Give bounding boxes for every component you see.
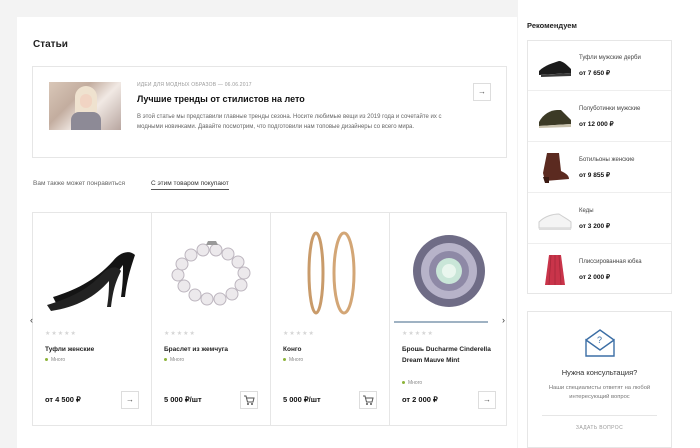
sneakers-icon	[538, 213, 572, 230]
recommendation-item[interactable]: Плиссированная юбка от 2 000 ₽	[528, 245, 671, 295]
tab-bought-together[interactable]: С этим товаром покупают	[151, 180, 229, 190]
svg-text:?: ?	[597, 335, 602, 345]
stock-label: Много	[170, 357, 185, 363]
recommendation-item[interactable]: Полуботинки мужские от 12 000 ₽	[528, 92, 671, 142]
rating-stars: ★★★★★	[283, 331, 315, 337]
article-meta-separator: —	[217, 82, 224, 88]
product-carousel: ★★★★★ Туфли женские Много от 4 500 ₽ → ★…	[32, 212, 507, 426]
product-card[interactable]: ★★★★★ Конго Много 5 000 ₽/шт	[271, 213, 390, 425]
heels-icon	[47, 252, 135, 311]
product-price: от 2 000 ₽	[402, 395, 438, 404]
pleated-skirt-icon	[545, 254, 565, 286]
recommendation-name[interactable]: Туфли мужские дерби	[579, 55, 641, 61]
article-category: Идеи для модных образов	[137, 82, 217, 88]
stock-status: Много	[402, 380, 422, 386]
article-title[interactable]: Лучшие тренды от стилистов на лето	[137, 94, 305, 104]
product-details-button[interactable]: →	[478, 391, 496, 409]
product-price: от 4 500 ₽	[45, 395, 81, 404]
product-name[interactable]: Конго	[283, 344, 381, 355]
pearl-bracelet-icon	[171, 241, 251, 306]
stock-label: Много	[408, 380, 423, 386]
arrow-right-icon: →	[478, 87, 486, 96]
rating-stars: ★★★★★	[45, 331, 77, 337]
product-name[interactable]: Браслет из жемчуга	[164, 344, 262, 355]
recommendation-name[interactable]: Плиссированная юбка	[579, 259, 642, 265]
product-name[interactable]: Туфли женские	[45, 344, 143, 355]
carousel-next-button[interactable]: ›	[502, 315, 505, 325]
consultation-divider	[542, 415, 657, 416]
sidebar-title: Рекомендуем	[527, 21, 577, 30]
article-meta: Идеи для модных образов — 06.06.2017	[137, 82, 252, 88]
article-date: 06.06.2017	[224, 82, 252, 88]
in-stock-dot-icon	[164, 358, 167, 362]
product-price: 5 000 ₽/шт	[283, 395, 321, 404]
derby-shoes-icon	[539, 61, 571, 77]
product-name[interactable]: Брошь Ducharme Cinderella Dream Mauve Mi…	[402, 344, 500, 366]
chevron-right-icon: ›	[502, 315, 505, 325]
tab-you-may-like[interactable]: Вам также может понравиться	[33, 180, 125, 187]
in-stock-dot-icon	[402, 381, 405, 385]
product-card[interactable]: ★★★★★ Туфли женские Много от 4 500 ₽ →	[33, 213, 152, 425]
product-details-button[interactable]: →	[121, 391, 139, 409]
cart-icon	[244, 395, 255, 405]
consultation-card: ? Нужна консультация? Наши специалисты о…	[527, 311, 672, 448]
recommendation-item[interactable]: Ботильоны женские от 9 855 ₽	[528, 143, 671, 193]
recommendation-price: от 9 855 ₽	[579, 172, 611, 179]
sidebar: Рекомендуем Туфли мужские дерби от 7 650…	[518, 0, 700, 448]
article-card[interactable]: Идеи для модных образов — 06.06.2017 Луч…	[32, 66, 507, 158]
cart-icon	[363, 395, 374, 405]
add-to-cart-button[interactable]	[359, 391, 377, 409]
product-card[interactable]: ★★★★★ Браслет из жемчуга Много 5 000 ₽/ш…	[152, 213, 271, 425]
arrow-right-icon: →	[483, 395, 491, 404]
chevron-left-icon: ‹	[30, 315, 33, 325]
carousel-prev-button[interactable]: ‹	[30, 315, 33, 325]
stock-status: Много	[45, 357, 65, 363]
product-card[interactable]: ★★★★★ Брошь Ducharme Cinderella Dream Ma…	[390, 213, 509, 425]
article-arrow-button[interactable]: →	[473, 83, 491, 101]
arrow-right-icon: →	[126, 395, 134, 404]
article-image[interactable]	[49, 82, 121, 130]
rating-stars: ★★★★★	[402, 331, 434, 337]
stock-label: Много	[51, 357, 66, 363]
recommendation-price: от 12 000 ₽	[579, 121, 614, 128]
mail-question-icon: ?	[585, 329, 615, 357]
recommendation-name[interactable]: Полуботинки мужские	[579, 106, 640, 112]
consultation-title: Нужна консультация?	[561, 368, 638, 377]
in-stock-dot-icon	[283, 358, 286, 362]
carousel-progress-bar	[394, 321, 488, 323]
recommendations-list: Туфли мужские дерби от 7 650 ₽ Полуботин…	[527, 40, 672, 294]
product-price: 5 000 ₽/шт	[164, 395, 202, 404]
recommendation-name[interactable]: Кеды	[579, 208, 594, 214]
main-content: Статьи Идеи для модных образов — 06.06.2…	[17, 17, 517, 448]
consultation-text: Наши специалисты ответят на любой интере…	[548, 385, 651, 400]
rating-stars: ★★★★★	[164, 331, 196, 337]
recommendation-item[interactable]: Кеды от 3 200 ₽	[528, 194, 671, 244]
article-excerpt: В этой статье мы представили главные тре…	[137, 114, 442, 130]
ankle-boots-icon	[543, 153, 569, 183]
stock-status: Много	[283, 357, 303, 363]
articles-section-title: Статьи	[33, 39, 68, 50]
recommendation-price: от 7 650 ₽	[579, 70, 611, 77]
in-stock-dot-icon	[45, 358, 48, 362]
recommendation-price: от 2 000 ₽	[579, 274, 611, 281]
stock-label: Много	[289, 357, 304, 363]
add-to-cart-button[interactable]	[240, 391, 258, 409]
recommendation-name[interactable]: Ботильоны женские	[579, 157, 634, 163]
recommendation-price: от 3 200 ₽	[579, 223, 611, 230]
hoop-earrings-icon	[307, 231, 356, 315]
ask-question-link[interactable]: ЗАДАТЬ ВОПРОС	[528, 425, 671, 431]
stock-status: Много	[164, 357, 184, 363]
recommendation-item[interactable]: Туфли мужские дерби от 7 650 ₽	[528, 41, 671, 91]
brooch-icon	[413, 235, 485, 307]
low-boots-icon	[539, 110, 571, 128]
